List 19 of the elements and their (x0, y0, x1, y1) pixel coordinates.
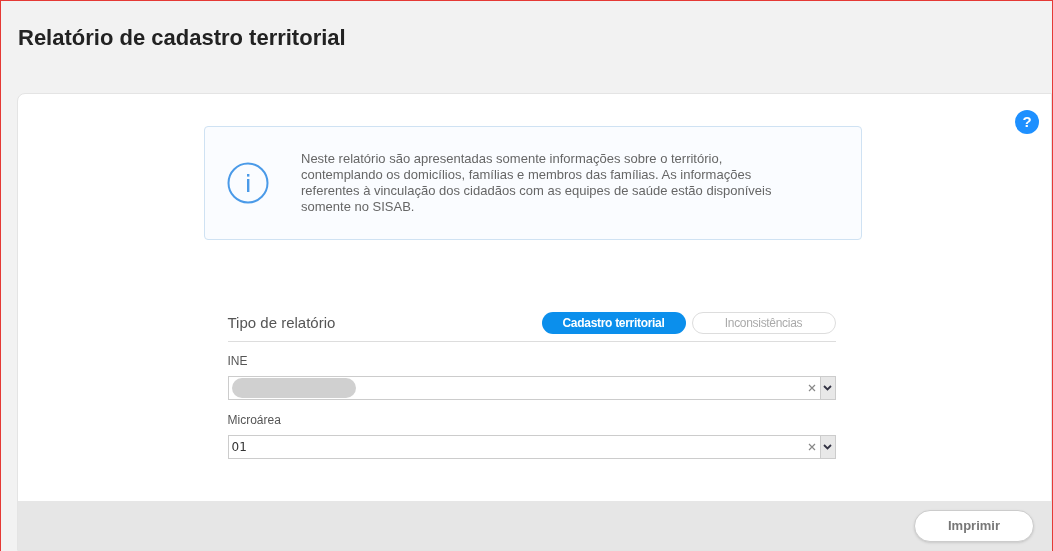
info-icon (227, 162, 269, 204)
field-label: Microárea (227, 411, 282, 429)
info-text: Neste relatório são apresentadas somente informações sobre o território, contemplando os domicílios, famílias e membros das famílias. As informações referentes à vinculação dos cidadãos com as equipes de saúde estão disponíveis somente no SISAB. (301, 151, 773, 215)
help-button[interactable]: ? (1015, 110, 1039, 134)
chevron-down-icon (823, 443, 832, 450)
select-field[interactable]: 01 (227, 434, 836, 459)
select-field[interactable] (227, 375, 836, 400)
report-type-label: Tipo de relatório (227, 313, 336, 333)
print-button[interactable]: Imprimir (914, 509, 1034, 542)
field-label: INE (227, 352, 249, 370)
report-type-tab[interactable]: Inconsistências (691, 312, 836, 335)
dropdown-button[interactable] (819, 435, 835, 458)
report-type-tab[interactable]: Cadastro territorial (541, 312, 686, 335)
field-value: 01 (231, 438, 247, 456)
clear-icon[interactable] (807, 383, 816, 392)
dropdown-button[interactable] (819, 376, 835, 399)
chevron-down-icon (823, 384, 832, 391)
clear-icon[interactable] (807, 442, 816, 451)
page-title: Relatório de cadastro territorial (18, 24, 346, 52)
